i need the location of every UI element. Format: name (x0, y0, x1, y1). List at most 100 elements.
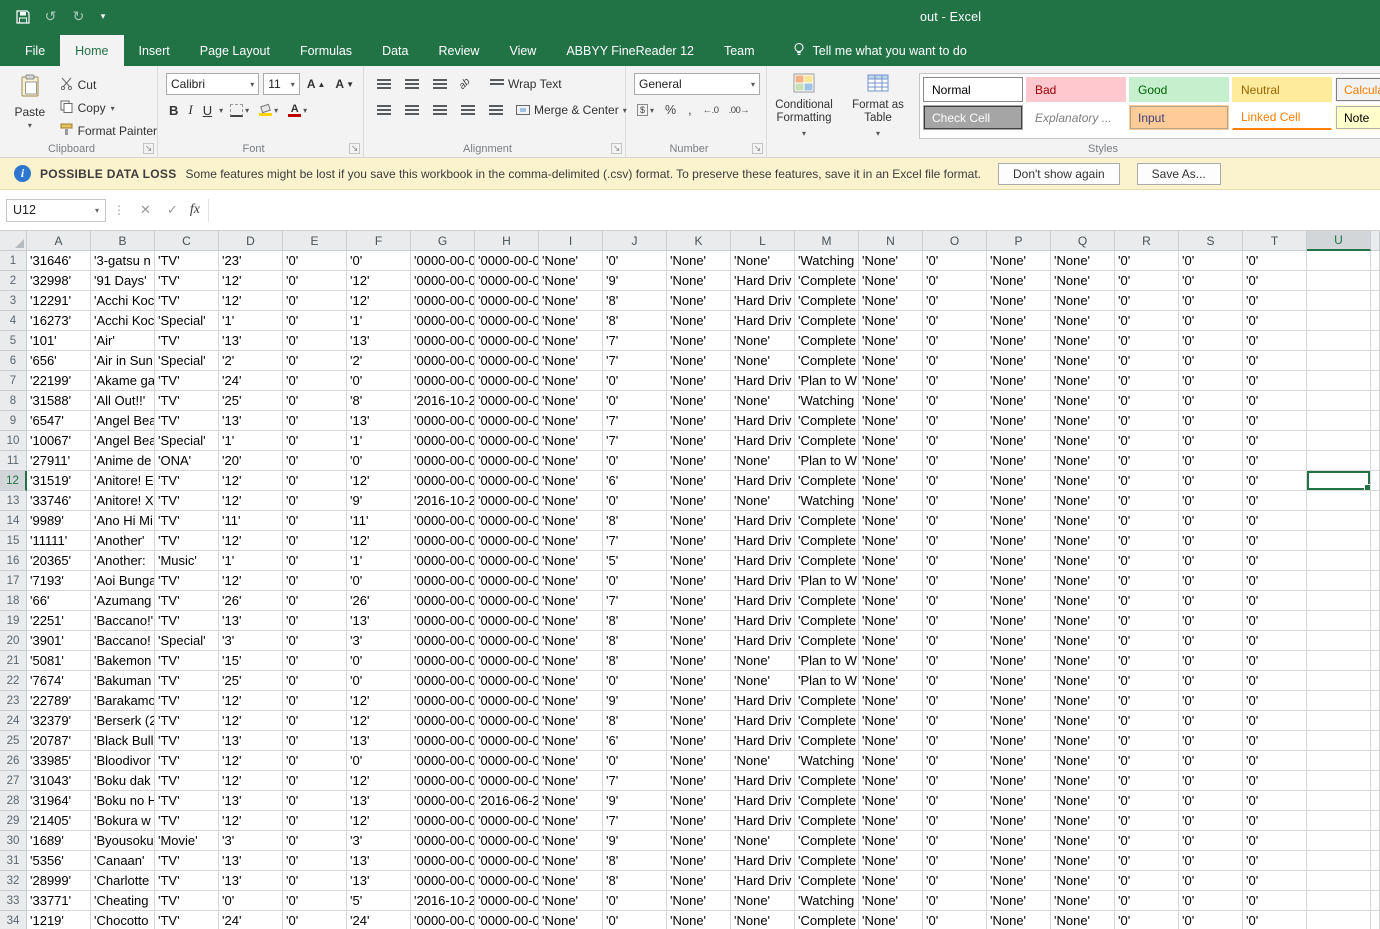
cell-S10[interactable]: '0' (1179, 431, 1243, 451)
cell-H34[interactable]: '0000-00-0 (475, 911, 539, 929)
cell-G10[interactable]: '0000-00-0 (411, 431, 475, 451)
cell-S8[interactable]: '0' (1179, 391, 1243, 411)
increase-indent-button[interactable] (484, 99, 508, 121)
cell-G31[interactable]: '0000-00-0 (411, 851, 475, 871)
cell-U21[interactable] (1307, 651, 1371, 671)
column-header-G[interactable]: G (411, 231, 475, 251)
cell-E5[interactable]: '0' (283, 331, 347, 351)
cell-F29[interactable]: '12' (347, 811, 411, 831)
column-header-N[interactable]: N (859, 231, 923, 251)
cell-H25[interactable]: '0000-00-0 (475, 731, 539, 751)
cell-J1[interactable]: '0' (603, 251, 667, 271)
cell-A12[interactable]: '31519' (27, 471, 91, 491)
cell-U17[interactable] (1307, 571, 1371, 591)
cell-G5[interactable]: '0000-00-0 (411, 331, 475, 351)
cell-H32[interactable]: '0000-00-0 (475, 871, 539, 891)
cell-L7[interactable]: 'Hard Driv (731, 371, 795, 391)
cell-M7[interactable]: 'Plan to W (795, 371, 859, 391)
cell-B3[interactable]: 'Acchi Koc (91, 291, 155, 311)
cell-R32[interactable]: '0' (1115, 871, 1179, 891)
cell-O4[interactable]: '0' (923, 311, 987, 331)
cell-O18[interactable]: '0' (923, 591, 987, 611)
column-header-I[interactable]: I (539, 231, 603, 251)
cell-M30[interactable]: 'Complete (795, 831, 859, 851)
cell-B12[interactable]: 'Anitore! E (91, 471, 155, 491)
cell-N17[interactable]: 'None' (859, 571, 923, 591)
cell-P22[interactable]: 'None' (987, 671, 1051, 691)
cell-T11[interactable]: '0' (1243, 451, 1307, 471)
cell-B34[interactable]: 'Chocotto (91, 911, 155, 929)
cell-O3[interactable]: '0' (923, 291, 987, 311)
cell-P3[interactable]: 'None' (987, 291, 1051, 311)
name-box[interactable]: U12 ▾ (6, 199, 106, 222)
cell-A22[interactable]: '7674' (27, 671, 91, 691)
cell-F30[interactable]: '3' (347, 831, 411, 851)
row-header-10[interactable]: 10 (0, 431, 27, 451)
cell-I10[interactable]: 'None' (539, 431, 603, 451)
cell-E20[interactable]: '0' (283, 631, 347, 651)
cell-R20[interactable]: '0' (1115, 631, 1179, 651)
cell-C28[interactable]: 'TV' (155, 791, 219, 811)
cell-H10[interactable]: '0000-00-0 (475, 431, 539, 451)
cell-K6[interactable]: 'None' (667, 351, 731, 371)
cell-B29[interactable]: 'Bokura w (91, 811, 155, 831)
cell-J13[interactable]: '0' (603, 491, 667, 511)
cell-C10[interactable]: 'Special' (155, 431, 219, 451)
cell-P32[interactable]: 'None' (987, 871, 1051, 891)
cell-P19[interactable]: 'None' (987, 611, 1051, 631)
cell-T20[interactable]: '0' (1243, 631, 1307, 651)
cell-O30[interactable]: '0' (923, 831, 987, 851)
cell-Q15[interactable]: 'None' (1051, 531, 1115, 551)
cell-D32[interactable]: '13' (219, 871, 283, 891)
cell-G23[interactable]: '0000-00-0 (411, 691, 475, 711)
row-header-8[interactable]: 8 (0, 391, 27, 411)
paste-dropdown-icon[interactable]: ▾ (28, 121, 32, 130)
row-header-12[interactable]: 12 (0, 471, 27, 491)
cell-M19[interactable]: 'Complete (795, 611, 859, 631)
cell-G33[interactable]: '2016-10-2 (411, 891, 475, 911)
cell-R3[interactable]: '0' (1115, 291, 1179, 311)
cell-C9[interactable]: 'TV' (155, 411, 219, 431)
cell-B19[interactable]: 'Baccano!' (91, 611, 155, 631)
cell-C29[interactable]: 'TV' (155, 811, 219, 831)
cell-P17[interactable]: 'None' (987, 571, 1051, 591)
cell-G18[interactable]: '0000-00-0 (411, 591, 475, 611)
cell-P25[interactable]: 'None' (987, 731, 1051, 751)
row-header-7[interactable]: 7 (0, 371, 27, 391)
cell-M15[interactable]: 'Complete (795, 531, 859, 551)
cell-G34[interactable]: '0000-00-0 (411, 911, 475, 929)
cell-R31[interactable]: '0' (1115, 851, 1179, 871)
cell-R5[interactable]: '0' (1115, 331, 1179, 351)
cell-U16[interactable] (1307, 551, 1371, 571)
cell-G25[interactable]: '0000-00-0 (411, 731, 475, 751)
cell-Q6[interactable]: 'None' (1051, 351, 1115, 371)
cell-B28[interactable]: 'Boku no H (91, 791, 155, 811)
tab-home[interactable]: Home (60, 35, 123, 66)
cell-K18[interactable]: 'None' (667, 591, 731, 611)
cell-P16[interactable]: 'None' (987, 551, 1051, 571)
cell-F8[interactable]: '8' (347, 391, 411, 411)
cell-L1[interactable]: 'None' (731, 251, 795, 271)
cell-T18[interactable]: '0' (1243, 591, 1307, 611)
tab-insert[interactable]: Insert (124, 35, 185, 66)
cell-B25[interactable]: 'Black Bull (91, 731, 155, 751)
cell-style-neutral[interactable]: Neutral (1232, 77, 1332, 102)
middle-align-button[interactable] (400, 73, 424, 95)
number-format-combo[interactable]: General▾ (634, 73, 760, 95)
cell-H2[interactable]: '0000-00-0 (475, 271, 539, 291)
format-painter-button[interactable]: Format Painter (60, 121, 157, 141)
cell-M14[interactable]: 'Complete (795, 511, 859, 531)
cell-T16[interactable]: '0' (1243, 551, 1307, 571)
cell-C25[interactable]: 'TV' (155, 731, 219, 751)
cell-D7[interactable]: '24' (219, 371, 283, 391)
cell-E15[interactable]: '0' (283, 531, 347, 551)
cell-J22[interactable]: '0' (603, 671, 667, 691)
cell-M4[interactable]: 'Complete (795, 311, 859, 331)
cell-T19[interactable]: '0' (1243, 611, 1307, 631)
cell-J25[interactable]: '6' (603, 731, 667, 751)
cell-L25[interactable]: 'Hard Driv (731, 731, 795, 751)
cell-R4[interactable]: '0' (1115, 311, 1179, 331)
cell-S34[interactable]: '0' (1179, 911, 1243, 929)
cell-B31[interactable]: 'Canaan' (91, 851, 155, 871)
cell-I18[interactable]: 'None' (539, 591, 603, 611)
